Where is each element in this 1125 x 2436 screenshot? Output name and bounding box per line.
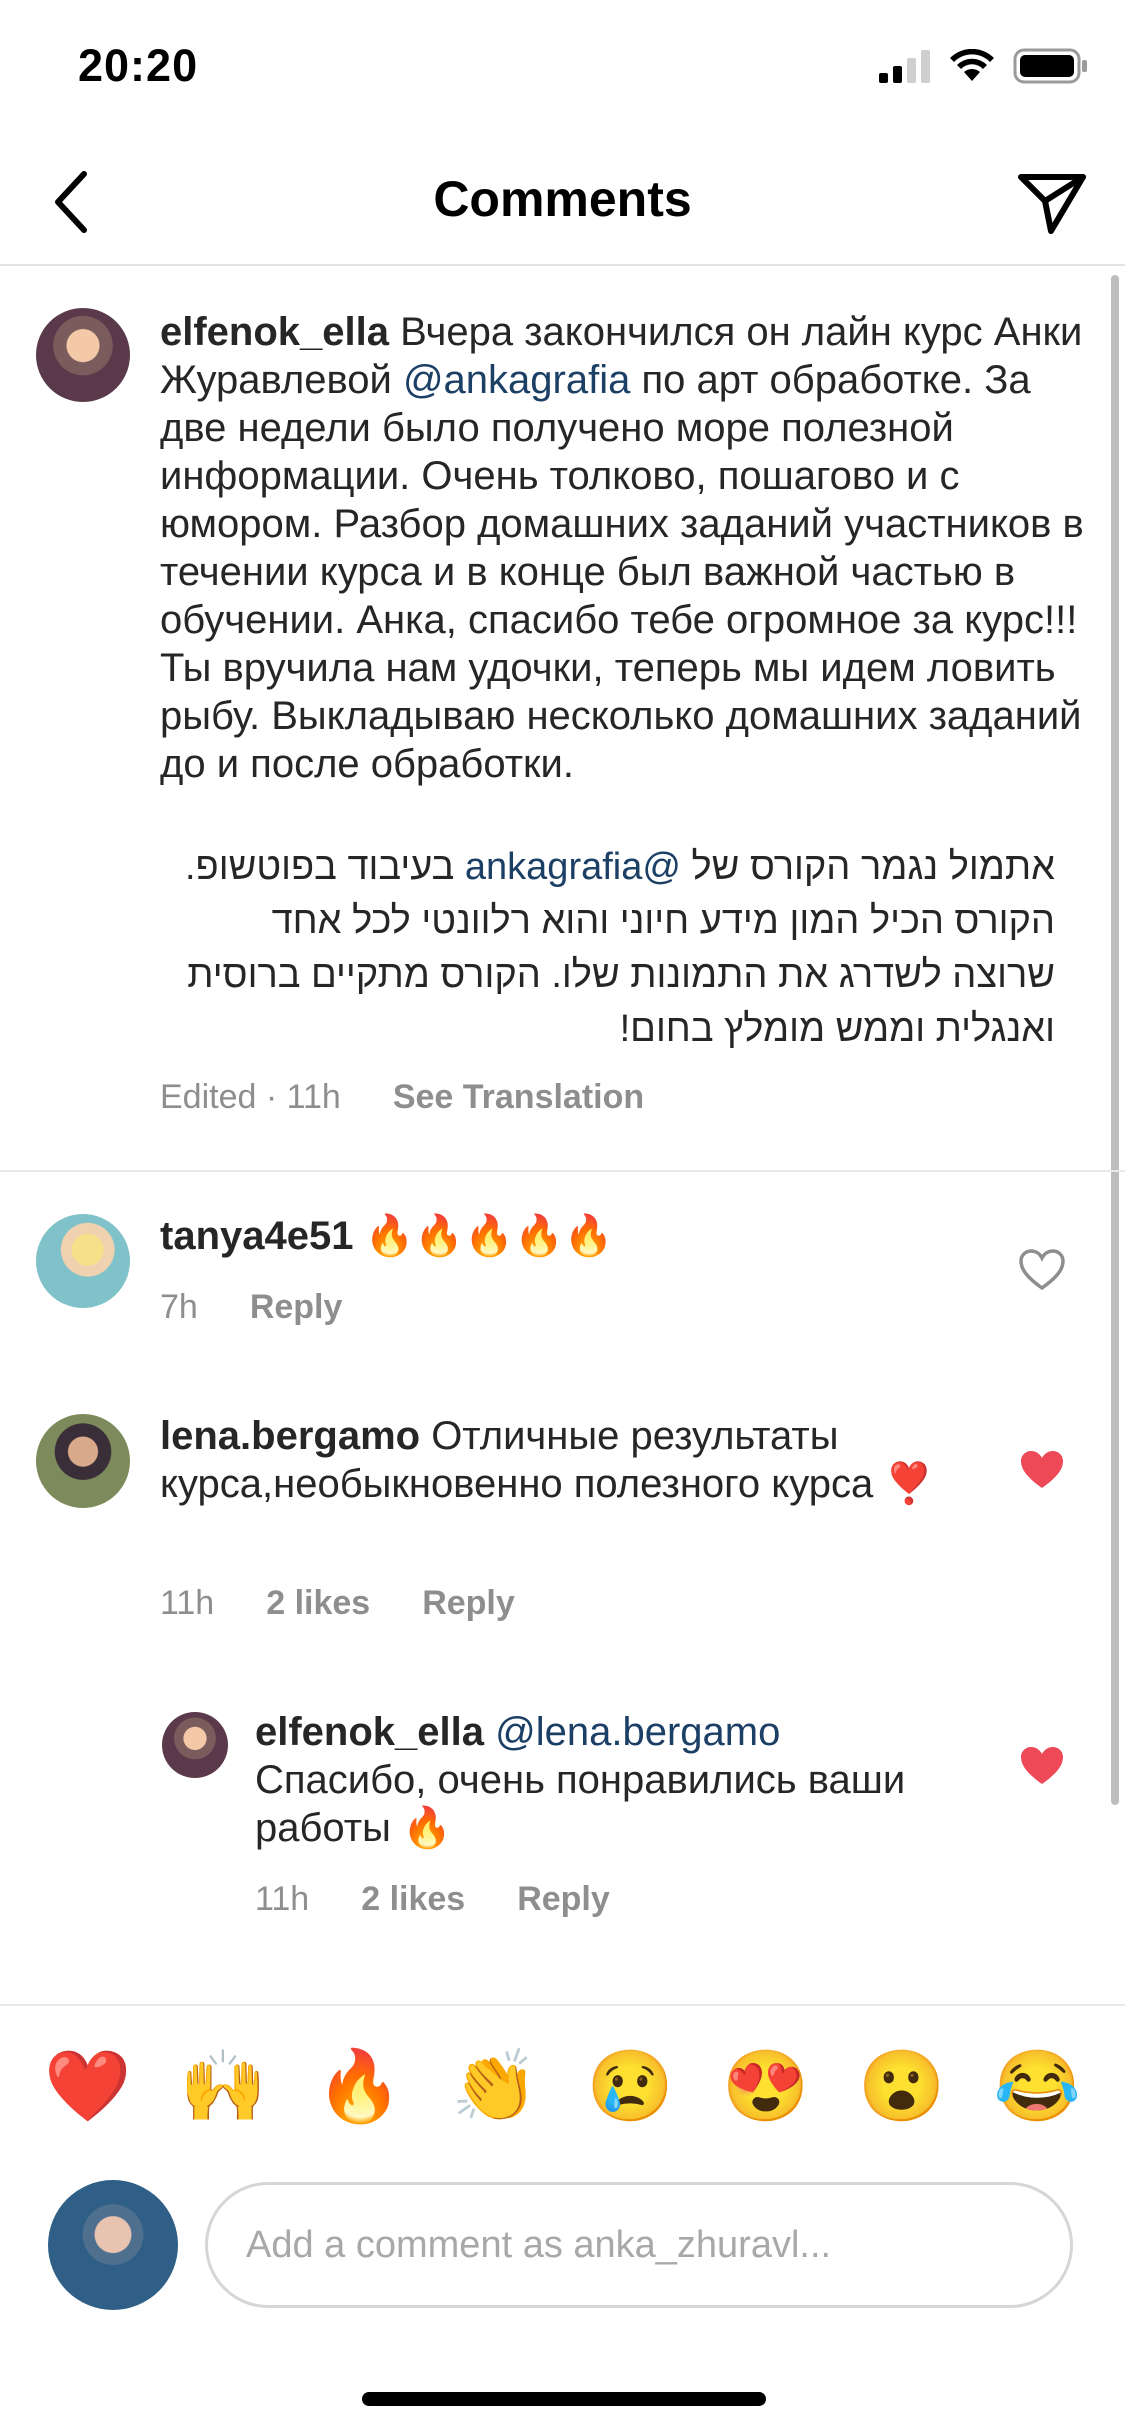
- username[interactable]: elfenok_ella: [255, 1710, 484, 1754]
- hebrew-line-end: בעיבוד: [347, 846, 465, 888]
- reply-meta: 11h 2 likes Reply: [255, 1880, 610, 1919]
- avatar[interactable]: [36, 1414, 130, 1508]
- hebrew-text: אתמול נגמר הקורס של @ankagrafia בעיבוד ב…: [160, 840, 1055, 1056]
- page-title: Comments: [433, 171, 692, 227]
- status-time: 20:20: [78, 40, 199, 91]
- current-user-avatar[interactable]: [48, 2180, 178, 2310]
- like-heart-filled-icon[interactable]: [1018, 1744, 1066, 1788]
- post-caption: elfenok_ella Вчера закончился он лайн ку…: [0, 270, 1125, 1172]
- mention-link[interactable]: @ankagrafia: [403, 358, 630, 402]
- like-heart-filled-icon[interactable]: [1018, 1448, 1066, 1492]
- home-indicator[interactable]: [362, 2392, 766, 2406]
- emoji-laughing[interactable]: 😂: [994, 2051, 1081, 2121]
- caption-body-continued: по арт обработке. За две недели было пол…: [160, 358, 1084, 786]
- status-bar: 20:20: [0, 0, 1125, 140]
- reply-button[interactable]: Reply: [422, 1584, 515, 1623]
- emoji-clapping[interactable]: 👏: [451, 2051, 538, 2121]
- avatar[interactable]: [162, 1712, 228, 1778]
- comment-composer: [0, 2166, 1125, 2316]
- status-icons: [879, 48, 1089, 84]
- emoji-surprised[interactable]: 😮: [858, 2051, 945, 2121]
- comment-input[interactable]: [205, 2182, 1073, 2308]
- mention-link[interactable]: @lena.bergamo: [495, 1710, 780, 1754]
- caption-text: elfenok_ella Вчера закончился он лайн ку…: [160, 308, 1090, 788]
- paper-plane-icon: [1018, 174, 1086, 234]
- avatar[interactable]: [36, 308, 130, 402]
- avatar[interactable]: [36, 1214, 130, 1308]
- emoji-heart-eyes[interactable]: 😍: [722, 2051, 809, 2121]
- hebrew-mention-link[interactable]: @ankagrafia: [465, 846, 681, 888]
- username[interactable]: tanya4e51: [160, 1214, 353, 1258]
- hebrew-line-start: אתמול נגמר הקורס של: [680, 846, 1056, 888]
- share-button[interactable]: [1009, 160, 1095, 246]
- caption-meta: Edited · 11h See Translation: [160, 1078, 644, 1117]
- username[interactable]: elfenok_ella: [160, 310, 389, 354]
- likes-count[interactable]: 2 likes: [266, 1584, 370, 1623]
- comment-time: 11h: [160, 1584, 215, 1622]
- emoji-raised-hands[interactable]: 🙌: [180, 2051, 267, 2121]
- comment-text: tanya4e51 🔥🔥🔥🔥🔥: [160, 1212, 1000, 1260]
- reply-button[interactable]: Reply: [517, 1880, 610, 1919]
- cellular-signal-icon: [879, 50, 930, 83]
- likes-count[interactable]: 2 likes: [361, 1880, 465, 1919]
- edited-time: Edited · 11h: [160, 1078, 341, 1116]
- emoji-crying[interactable]: 😢: [587, 2051, 674, 2121]
- emoji-heart[interactable]: ❤️: [44, 2051, 131, 2121]
- comment-time: 11h: [255, 1880, 310, 1918]
- emoji-fire[interactable]: 🔥: [315, 2051, 402, 2121]
- comment-meta: 11h 2 likes Reply: [160, 1584, 515, 1623]
- battery-icon: [1013, 48, 1087, 84]
- like-heart-outline-icon[interactable]: [1018, 1248, 1066, 1292]
- reply-text: elfenok_ella @lena.bergamo Спасибо, очен…: [255, 1708, 955, 1852]
- comment-time: 7h: [160, 1288, 198, 1326]
- comment-body: 🔥🔥🔥🔥🔥: [353, 1214, 614, 1258]
- nav-header: Comments: [0, 140, 1125, 266]
- quick-emoji-bar: ❤️ 🙌 🔥 👏 😢 😍 😮 😂: [0, 2004, 1125, 2166]
- wifi-icon: [950, 49, 994, 81]
- see-translation-link[interactable]: See Translation: [393, 1078, 644, 1117]
- reply-body: Спасибо, очень понравились ваши работы 🔥: [255, 1758, 906, 1850]
- comment-text: lena.bergamo Отличные результаты курса,н…: [160, 1412, 960, 1508]
- comment-meta: 7h Reply: [160, 1288, 342, 1327]
- username[interactable]: lena.bergamo: [160, 1414, 420, 1458]
- reply-button[interactable]: Reply: [250, 1288, 343, 1327]
